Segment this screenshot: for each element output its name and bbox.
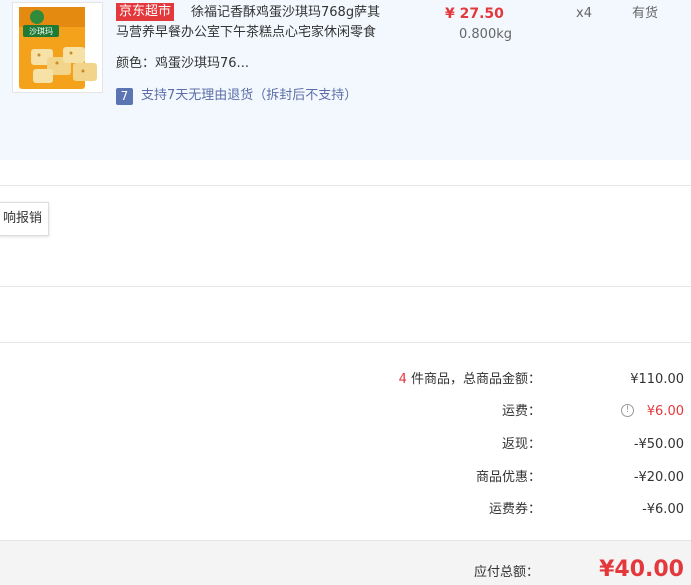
unit-price: ¥ 27.50 xyxy=(445,6,504,22)
payable-total-bar: 应付总额： ¥40.00 xyxy=(0,540,691,585)
shipping-label: 运费： xyxy=(501,404,541,419)
spec-value: 鸡蛋沙琪玛76... xyxy=(155,56,249,71)
goods-count-label: 4 件商品，总商品金额： xyxy=(399,370,541,390)
divider xyxy=(0,286,691,287)
stock-status: 有货 xyxy=(632,6,659,21)
summary-goods-total-row: 4 件商品，总商品金额： ¥110.00 xyxy=(0,370,691,390)
coupon-label: 运费券： xyxy=(488,502,541,517)
divider xyxy=(0,342,691,343)
report-expense-button[interactable]: 响报销 xyxy=(0,202,49,236)
info-icon[interactable]: ! xyxy=(621,404,634,417)
return-policy-text: 支持7天无理由退货（拆封后不支持） xyxy=(141,88,358,103)
product-spec: 颜色：鸡蛋沙琪玛76... xyxy=(116,54,249,74)
discount-value: -¥20.00 xyxy=(633,470,684,485)
discount-label: 商品优惠： xyxy=(475,470,541,485)
payable-label: 应付总额： xyxy=(473,565,539,580)
product-image[interactable]: 沙琪玛 xyxy=(12,2,103,93)
summary-cashback-row: 返现： -¥50.00 xyxy=(0,435,691,455)
jd-supermarket-badge: 京东超市 xyxy=(116,3,175,21)
summary-shipping-row: 运费： ! ¥6.00 xyxy=(0,402,691,422)
goods-count: 4 xyxy=(398,372,407,387)
return-policy[interactable]: 7 支持7天无理由退货（拆封后不支持） xyxy=(116,86,357,106)
divider xyxy=(0,185,691,186)
package-brand-text: 沙琪玛 xyxy=(29,26,53,36)
product-row: 沙琪玛 徐福记香酥鸡蛋沙琪玛768g萨其马营养早餐办公室下午茶糕点心宅家休闲零食… xyxy=(0,0,691,160)
payable-value: ¥40.00 xyxy=(599,557,684,582)
coupon-value: -¥6.00 xyxy=(642,502,684,517)
product-package-icon: 沙琪玛 xyxy=(13,3,102,92)
cashback-value: -¥50.00 xyxy=(633,437,684,452)
spec-label: 颜色： xyxy=(116,56,156,71)
seven-day-return-icon: 7 xyxy=(116,87,133,105)
cashback-label: 返现： xyxy=(501,437,541,452)
product-weight: 0.800kg xyxy=(459,27,512,42)
summary-discount-row: 商品优惠： -¥20.00 xyxy=(0,468,691,488)
goods-total-value: ¥110.00 xyxy=(630,372,684,387)
goods-count-suffix: 件商品，总商品金额： xyxy=(406,372,541,387)
product-quantity: x4 xyxy=(576,6,592,21)
shipping-value: ¥6.00 xyxy=(646,404,684,419)
summary-coupon-row: 运费券： -¥6.00 xyxy=(0,500,691,520)
